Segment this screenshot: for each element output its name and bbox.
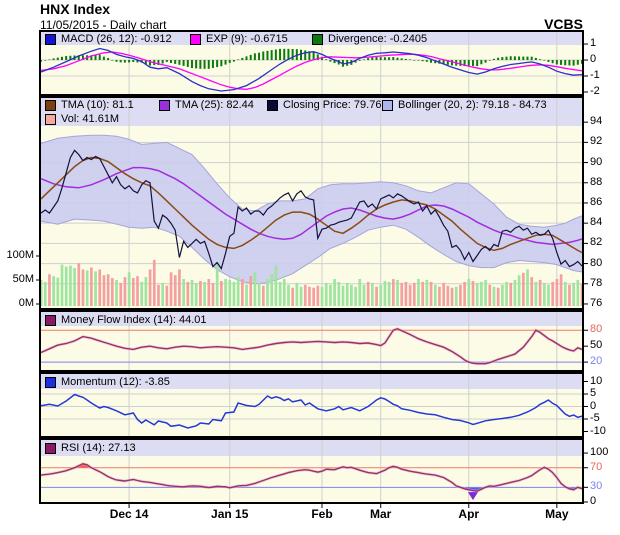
legend-rsi: RSI (14): 27.13	[45, 442, 136, 454]
chart-canvas[interactable]	[0, 0, 620, 535]
legend-tma25: TMA (25): 82.44	[159, 99, 254, 111]
close-swatch-icon	[267, 99, 278, 111]
volume-swatch-icon	[45, 113, 56, 125]
legend-exp: EXP (9): -0.6715	[190, 33, 288, 45]
legend-label: Money Flow Index (14): 44.01	[61, 314, 207, 326]
mfi-swatch-icon	[45, 314, 56, 326]
rsi-swatch-icon	[45, 442, 56, 454]
chart-window: HNX Index 11/05/2015 - Daily chart VCBS …	[0, 0, 620, 535]
legend-label: TMA (10): 81.1	[61, 99, 134, 111]
price-panel	[36, 96, 588, 310]
legend-mfi: Money Flow Index (14): 44.01	[45, 314, 207, 326]
legend-label: EXP (9): -0.6715	[206, 33, 288, 45]
momentum-swatch-icon	[45, 376, 56, 388]
legend-tma10: TMA (10): 81.1	[45, 99, 134, 111]
legend-divergence: Divergence: -0.2405	[312, 33, 427, 45]
legend-label: Divergence: -0.2405	[328, 33, 428, 45]
legend-momentum: Momentum (12): -3.85	[45, 376, 170, 388]
tma10-swatch-icon	[45, 99, 56, 111]
macd-swatch-icon	[45, 33, 56, 45]
legend-label: Momentum (12): -3.85	[61, 376, 170, 388]
legend-volume: Vol: 41.61M	[45, 113, 119, 125]
legend-label: MACD (26, 12): -0.912	[61, 33, 172, 45]
divergence-swatch-icon	[312, 33, 323, 45]
legend-label: RSI (14): 27.13	[61, 442, 136, 454]
tma25-swatch-icon	[159, 99, 170, 111]
legend-label: TMA (25): 82.44	[175, 99, 254, 111]
legend-closing-price: Closing Price: 79.76	[267, 99, 381, 111]
legend-macd: MACD (26, 12): -0.912	[45, 33, 172, 45]
exp-swatch-icon	[190, 33, 201, 45]
legend-label: Closing Price: 79.76	[283, 99, 382, 111]
bollinger-swatch-icon	[382, 99, 393, 111]
legend-bollinger: Bollinger (20, 2): 79.18 - 84.73	[382, 99, 547, 111]
legend-label: Vol: 41.61M	[61, 113, 120, 125]
legend-label: Bollinger (20, 2): 79.18 - 84.73	[398, 99, 547, 111]
